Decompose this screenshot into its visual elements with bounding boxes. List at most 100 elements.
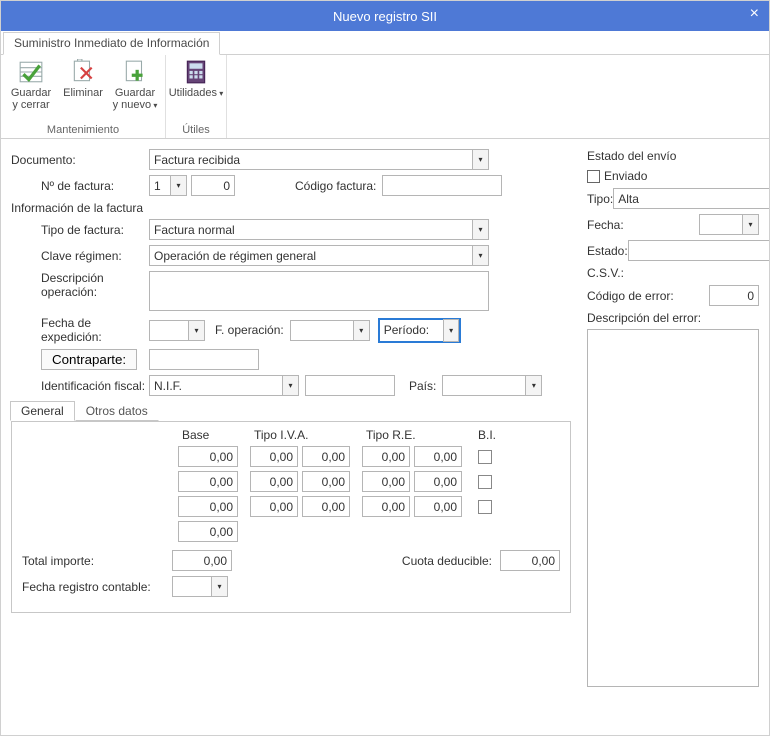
col-base: Base [182, 428, 242, 442]
enviado-checkbox[interactable] [587, 170, 600, 183]
tab-general[interactable]: General [10, 401, 75, 421]
contraparte-input[interactable] [149, 349, 259, 370]
re-tipo-cell[interactable] [362, 446, 410, 467]
re-cuota-cell[interactable] [414, 446, 462, 467]
chevron-down-icon[interactable]: ▾ [473, 245, 489, 266]
chevron-down-icon[interactable]: ▾ [473, 219, 489, 240]
total-importe-input[interactable] [172, 550, 232, 571]
n-factura-num[interactable] [191, 175, 235, 196]
inner-tabs: General Otros datos [10, 401, 571, 421]
tab-sii[interactable]: Suministro Inmediato de Información [3, 32, 220, 55]
f-operacion-label: F. operación: [215, 323, 284, 337]
save-close-icon [18, 59, 44, 85]
clave-regimen-select[interactable]: ▾ [149, 245, 489, 266]
descripcion-error-box[interactable] [587, 329, 759, 687]
re-cuota-cell[interactable] [414, 471, 462, 492]
fecha-expedicion-label: Fecha de expedición: [11, 316, 149, 344]
col-bi: B.I. [472, 428, 496, 442]
document-tabstrip: Suministro Inmediato de Información [1, 31, 769, 55]
documento-select[interactable]: ▾ [149, 149, 489, 170]
codigo-error-input[interactable] [709, 285, 759, 306]
f-operacion-input[interactable]: ▾ [290, 320, 370, 341]
utilities-button[interactable]: Utilidades [172, 57, 220, 101]
tipo-envio-label: Tipo: [587, 192, 613, 206]
bi-checkbox[interactable] [478, 500, 492, 514]
col-re: Tipo R.E. [360, 428, 466, 442]
bi-checkbox[interactable] [478, 450, 492, 464]
chevron-down-icon[interactable]: ▾ [473, 149, 489, 170]
tipo-factura-select[interactable]: ▾ [149, 219, 489, 240]
periodo-field[interactable]: Período: ▾ [378, 318, 461, 343]
re-tipo-cell[interactable] [362, 496, 410, 517]
iva-tipo-cell[interactable] [250, 471, 298, 492]
n-factura-label: Nº de factura: [11, 179, 149, 193]
iva-cuota-cell[interactable] [302, 446, 350, 467]
total-importe-label: Total importe: [22, 554, 172, 568]
iva-cuota-cell[interactable] [302, 496, 350, 517]
estado-select[interactable]: ▾ [628, 240, 770, 261]
base-total[interactable] [178, 521, 238, 542]
codigo-error-label: Código de error: [587, 289, 709, 303]
base-cell[interactable] [178, 471, 238, 492]
descripcion-label: Descripción operación: [11, 271, 149, 299]
periodo-label: Período: [384, 323, 429, 337]
identificacion-label: Identificación fiscal: [11, 379, 149, 393]
documento-label: Documento: [11, 153, 149, 167]
clave-regimen-label: Clave régimen: [11, 249, 149, 263]
chevron-down-icon[interactable]: ▾ [212, 576, 228, 597]
codigo-factura-label: Código factura: [295, 179, 376, 193]
fecha-registro-label: Fecha registro contable: [22, 580, 172, 594]
chevron-down-icon[interactable]: ▾ [171, 175, 187, 196]
delete-button[interactable]: Eliminar [59, 57, 107, 113]
n-factura-serie[interactable]: ▾ [149, 175, 187, 196]
re-tipo-cell[interactable] [362, 471, 410, 492]
descripcion-error-label: Descripción del error: [587, 311, 759, 325]
chevron-down-icon[interactable]: ▾ [743, 214, 759, 235]
iva-tipo-cell[interactable] [250, 496, 298, 517]
fecha-envio-label: Fecha: [587, 218, 651, 232]
table-row [22, 496, 560, 517]
base-cell[interactable] [178, 446, 238, 467]
contraparte-button[interactable]: Contraparte: [41, 349, 137, 370]
tipo-factura-label: Tipo de factura: [11, 223, 149, 237]
iva-cuota-cell[interactable] [302, 471, 350, 492]
close-icon[interactable]: × [750, 5, 759, 23]
estado-label: Estado: [587, 244, 628, 258]
chevron-down-icon[interactable]: ▾ [189, 320, 205, 341]
cuota-deducible-input[interactable] [500, 550, 560, 571]
tipo-envio-select[interactable]: ▾ [613, 188, 770, 209]
ribbon: Guardar y cerrar Eliminar Guardar y [1, 55, 769, 139]
chevron-down-icon[interactable]: ▾ [526, 375, 542, 396]
tab-otros-datos[interactable]: Otros datos [75, 401, 159, 421]
fecha-envio-input[interactable]: ▾ [699, 214, 759, 235]
re-cuota-cell[interactable] [414, 496, 462, 517]
save-new-button[interactable]: Guardar y nuevo [111, 57, 159, 113]
descripcion-textarea[interactable] [149, 271, 489, 311]
window-titlebar: Nuevo registro SII × [1, 1, 769, 31]
save-new-icon [122, 59, 148, 85]
table-row [22, 446, 560, 467]
calculator-icon [183, 59, 209, 85]
csv-label: C.S.V.: [587, 266, 624, 280]
bi-checkbox[interactable] [478, 475, 492, 489]
identificacion-tipo-select[interactable]: ▾ [149, 375, 299, 396]
identificacion-value-input[interactable] [305, 375, 395, 396]
pais-select[interactable]: ▾ [442, 375, 542, 396]
pais-label: País: [409, 379, 436, 393]
chevron-down-icon[interactable]: ▾ [354, 320, 370, 341]
save-close-button[interactable]: Guardar y cerrar [7, 57, 55, 113]
chevron-down-icon[interactable]: ▾ [443, 319, 459, 342]
estado-envio-header: Estado del envío [587, 149, 759, 163]
table-row [22, 471, 560, 492]
iva-tipo-cell[interactable] [250, 446, 298, 467]
fecha-expedicion-input[interactable]: ▾ [149, 320, 205, 341]
base-cell[interactable] [178, 496, 238, 517]
codigo-factura-input[interactable] [382, 175, 502, 196]
col-iva: Tipo I.V.A. [248, 428, 354, 442]
window-title: Nuevo registro SII [333, 9, 437, 24]
cuota-deducible-label: Cuota deducible: [402, 554, 492, 568]
ribbon-group-mantenimiento: Mantenimiento [47, 124, 119, 138]
chevron-down-icon[interactable]: ▾ [283, 375, 299, 396]
ribbon-group-utiles: Útiles [182, 124, 210, 138]
fecha-registro-input[interactable]: ▾ [172, 576, 228, 597]
